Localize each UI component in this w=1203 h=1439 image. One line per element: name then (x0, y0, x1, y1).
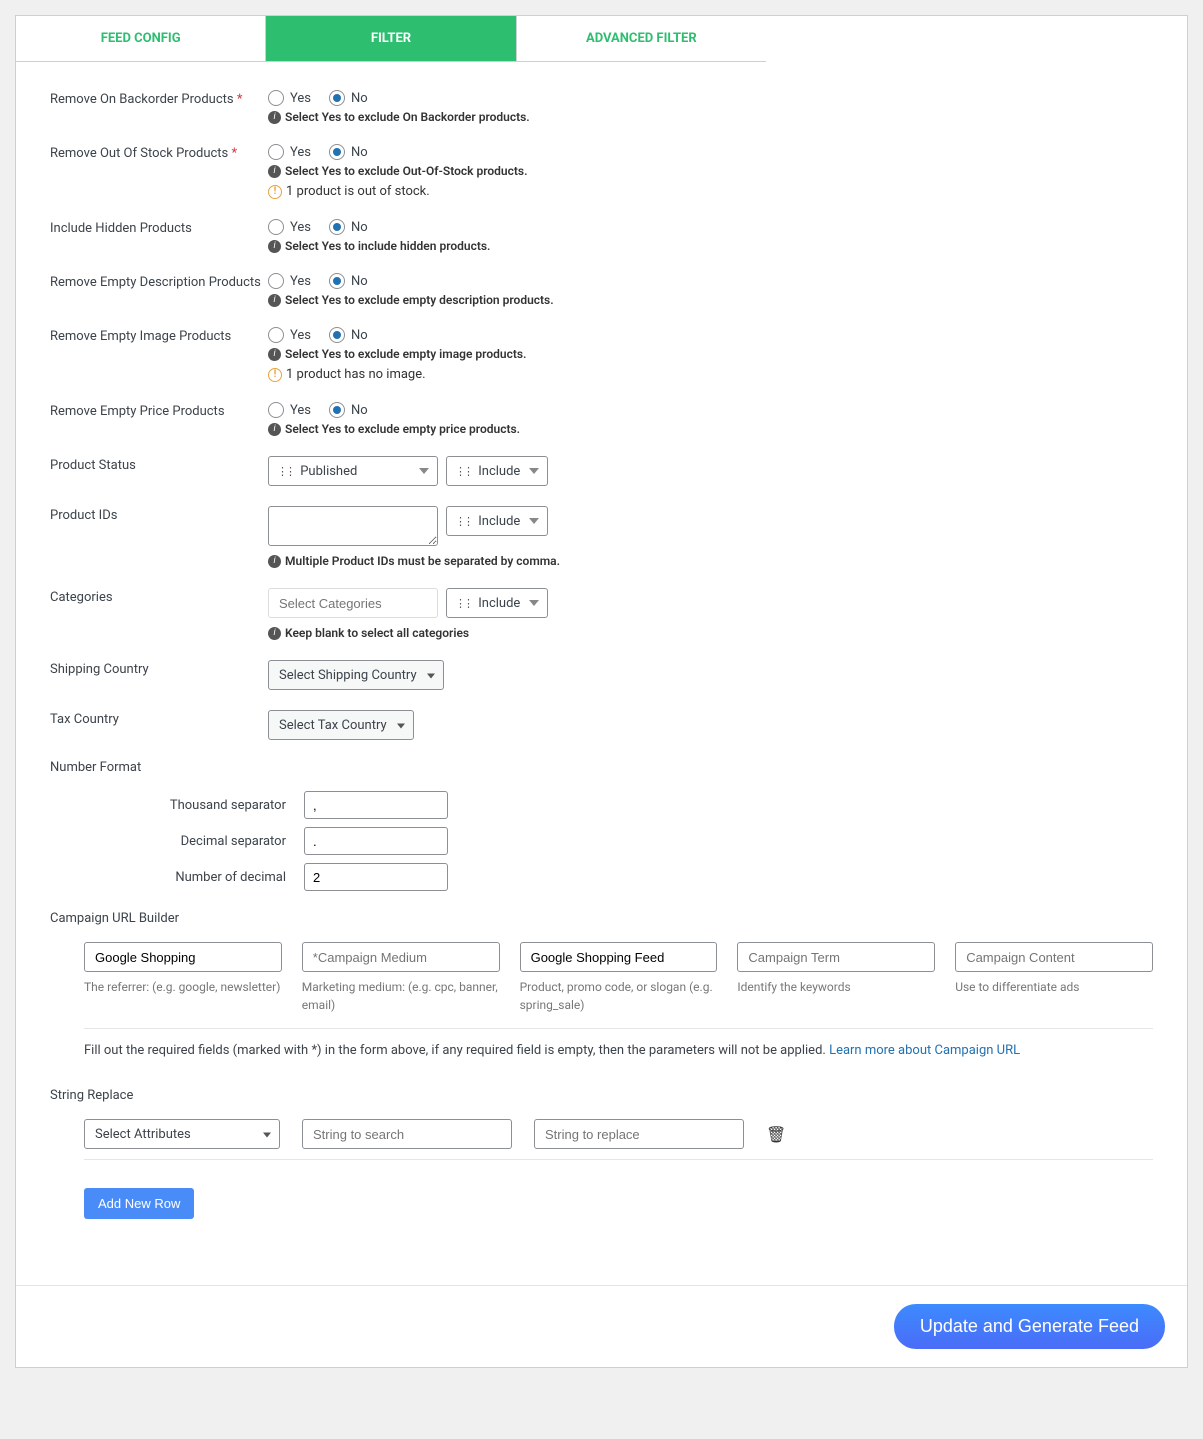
help-campaign-source: The referrer: (e.g. google, newsletter) (84, 978, 282, 996)
select-sr-attributes[interactable]: Select Attributes (84, 1119, 280, 1149)
label-thousand-sep: Thousand separator (50, 798, 304, 813)
select-categories-mode[interactable]: ⋮⋮ Include (446, 588, 548, 618)
radio-remove-empty-price-yes[interactable] (268, 402, 284, 418)
info-icon: i (268, 555, 281, 568)
radio-remove-oos-yes[interactable] (268, 144, 284, 160)
input-campaign-term[interactable] (737, 942, 935, 972)
tabs-bar: FEED CONFIG FILTER ADVANCED FILTER (16, 16, 766, 62)
label-remove-backorder: Remove On Backorder Products * (50, 90, 268, 107)
input-campaign-name[interactable] (520, 942, 718, 972)
radio-remove-backorder-yes[interactable] (268, 90, 284, 106)
input-thousand-sep[interactable] (304, 791, 448, 819)
input-sr-replace[interactable] (534, 1119, 744, 1149)
warn-icon: ! (268, 368, 282, 382)
info-icon: i (268, 111, 281, 124)
radio-include-hidden-no[interactable] (329, 219, 345, 235)
radio-remove-empty-desc-yes[interactable] (268, 273, 284, 289)
label-decimal-sep: Decimal separator (50, 834, 304, 849)
help-campaign-term: Identify the keywords (737, 978, 935, 996)
radio-include-hidden-yes[interactable] (268, 219, 284, 235)
input-categories[interactable] (268, 588, 438, 618)
chevron-down-icon (529, 468, 539, 474)
radio-remove-backorder-no[interactable] (329, 90, 345, 106)
radio-remove-empty-desc-no[interactable] (329, 273, 345, 289)
tab-filter[interactable]: FILTER (266, 16, 516, 61)
input-campaign-medium[interactable] (302, 942, 500, 972)
note-campaign: Fill out the required fields (marked wit… (84, 1043, 1153, 1058)
info-icon: i (268, 423, 281, 436)
info-icon: i (268, 165, 281, 178)
chevron-down-icon (529, 600, 539, 606)
select-tax-country[interactable]: Select Tax Country (268, 710, 414, 740)
select-product-status[interactable]: ⋮⋮ Published (268, 456, 438, 486)
label-remove-empty-image: Remove Empty Image Products (50, 327, 268, 344)
label-include-hidden: Include Hidden Products (50, 219, 268, 236)
input-campaign-source[interactable] (84, 942, 282, 972)
label-remove-empty-desc: Remove Empty Description Products (50, 273, 268, 290)
link-learn-campaign[interactable]: Learn more about Campaign URL (829, 1043, 1020, 1058)
section-string-replace: String Replace (50, 1088, 1153, 1103)
radio-remove-empty-price-no[interactable] (329, 402, 345, 418)
label-product-status: Product Status (50, 456, 268, 473)
label-categories: Categories (50, 588, 268, 605)
select-shipping-country[interactable]: Select Shipping Country (268, 660, 444, 690)
label-shipping-country: Shipping Country (50, 660, 268, 677)
help-campaign-medium: Marketing medium: (e.g. cpc, banner, ema… (302, 978, 500, 1014)
radio-remove-oos-no[interactable] (329, 144, 345, 160)
input-sr-search[interactable] (302, 1119, 512, 1149)
tab-advanced-filter[interactable]: ADVANCED FILTER (517, 16, 766, 61)
info-icon: i (268, 348, 281, 361)
update-generate-feed-button[interactable]: Update and Generate Feed (894, 1304, 1165, 1349)
info-icon: i (268, 294, 281, 307)
radio-remove-empty-image-yes[interactable] (268, 327, 284, 343)
section-number-format: Number Format (50, 760, 1153, 775)
radio-remove-empty-image-no[interactable] (329, 327, 345, 343)
input-num-decimal[interactable] (304, 863, 448, 891)
trash-icon[interactable]: 🗑 (766, 1125, 786, 1144)
label-product-ids: Product IDs (50, 506, 268, 523)
info-icon: i (268, 240, 281, 253)
label-tax-country: Tax Country (50, 710, 268, 727)
help-campaign-content: Use to differentiate ads (955, 978, 1153, 996)
chevron-down-icon (419, 468, 429, 474)
label-remove-empty-price: Remove Empty Price Products (50, 402, 268, 419)
add-row-button[interactable]: Add New Row (84, 1188, 194, 1219)
input-decimal-sep[interactable] (304, 827, 448, 855)
input-campaign-content[interactable] (955, 942, 1153, 972)
label-remove-oos: Remove Out Of Stock Products * (50, 144, 268, 161)
select-product-ids-mode[interactable]: ⋮⋮ Include (446, 506, 548, 536)
info-icon: i (268, 627, 281, 640)
tab-feed-config[interactable]: FEED CONFIG (16, 16, 266, 61)
select-product-status-mode[interactable]: ⋮⋮ Include (446, 456, 548, 486)
chevron-down-icon (529, 518, 539, 524)
warn-icon: ! (268, 185, 282, 199)
help-campaign-name: Product, promo code, or slogan (e.g. spr… (520, 978, 718, 1014)
label-num-decimal: Number of decimal (50, 870, 304, 885)
section-campaign: Campaign URL Builder (50, 911, 1153, 926)
textarea-product-ids[interactable] (268, 506, 438, 546)
